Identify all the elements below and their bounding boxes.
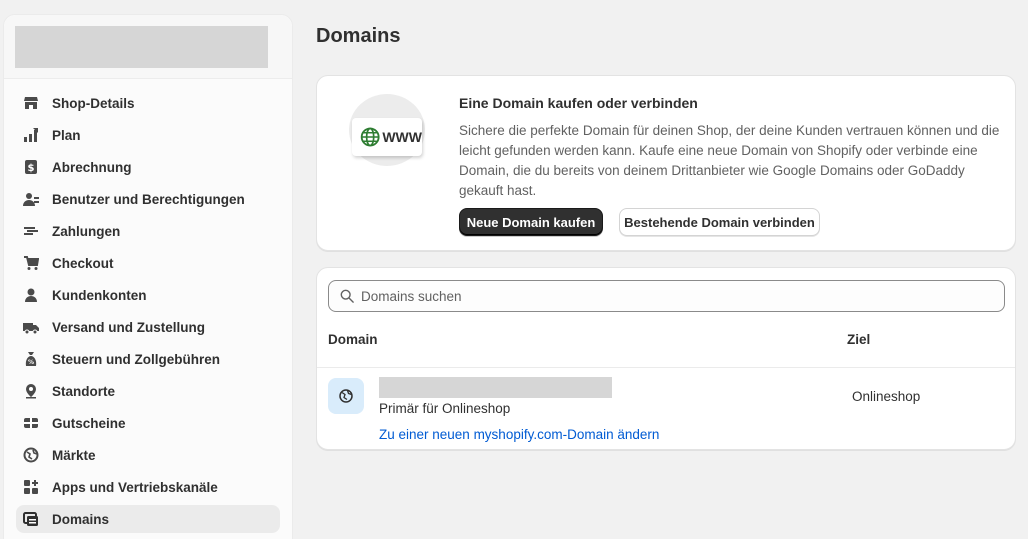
sidebar-item-label: Shop-Details xyxy=(52,95,135,111)
sidebar-item-users[interactable]: Benutzer und Berechtigungen xyxy=(16,185,280,213)
globe-icon xyxy=(360,127,380,147)
primary-label: Primär für Onlineshop xyxy=(379,401,511,416)
truck-icon xyxy=(23,319,39,335)
domain-target: Onlineshop xyxy=(852,389,921,404)
svg-text:%: % xyxy=(28,359,34,366)
sidebar-item-label: Standorte xyxy=(52,383,116,399)
person-icon xyxy=(23,287,39,303)
connect-existing-domain-button[interactable]: Bestehende Domain verbinden xyxy=(619,208,820,236)
page-title: Domains xyxy=(316,25,401,47)
svg-text:$: $ xyxy=(28,163,35,174)
column-header-target[interactable]: Ziel xyxy=(847,332,870,347)
store-header[interactable] xyxy=(4,15,292,79)
www-text: WWW xyxy=(382,129,422,145)
payments-icon xyxy=(23,223,39,239)
globe-markets-icon xyxy=(23,447,39,463)
apps-icon xyxy=(23,479,39,495)
sidebar-item-customer-accounts[interactable]: Kundenkonten xyxy=(16,281,280,309)
sidebar-item-label: Kundenkonten xyxy=(52,287,147,303)
sidebar-item-checkout[interactable]: Checkout xyxy=(16,249,280,277)
change-myshopify-domain-link[interactable]: Zu einer neuen myshopify.com-Domain ände… xyxy=(379,427,659,442)
store-icon xyxy=(23,95,39,111)
sidebar-item-payments[interactable]: Zahlungen xyxy=(16,217,280,245)
domain-search[interactable] xyxy=(328,280,1005,312)
sidebar-item-label: Plan xyxy=(52,127,81,143)
sidebar-item-domains[interactable]: Domains xyxy=(16,505,280,533)
buy-card-title: Eine Domain kaufen oder verbinden xyxy=(459,95,698,111)
plan-icon xyxy=(23,127,39,143)
sidebar-item-label: Gutscheine xyxy=(52,415,126,431)
sidebar-item-gift-cards[interactable]: Gutscheine xyxy=(16,409,280,437)
buy-domain-card: WWW Eine Domain kaufen oder verbinden Si… xyxy=(316,75,1016,251)
gift-card-icon xyxy=(23,415,39,431)
domain-name-redacted xyxy=(379,377,612,398)
sidebar-item-plan[interactable]: Plan xyxy=(16,121,280,149)
search-input[interactable] xyxy=(361,288,961,304)
sidebar-item-label: Abrechnung xyxy=(52,159,132,175)
sidebar-item-label: Märkte xyxy=(52,447,96,463)
sidebar-item-apps[interactable]: Apps und Vertriebskanäle xyxy=(16,473,280,501)
cart-icon xyxy=(23,255,39,271)
column-header-domain[interactable]: Domain xyxy=(328,332,378,347)
sidebar-item-label: Domains xyxy=(52,511,110,527)
www-illustration: WWW xyxy=(352,118,422,156)
sidebar-item-label: Zahlungen xyxy=(52,223,121,239)
tax-bag-icon: % xyxy=(23,351,39,367)
users-icon xyxy=(23,191,39,207)
domain-globe-icon xyxy=(328,378,364,414)
buy-card-description: Sichere die perfekte Domain für deinen S… xyxy=(459,123,1000,198)
billing-icon: $ xyxy=(23,159,39,175)
settings-sidebar: Shop-Details Plan $ Abrechnung Benutzer … xyxy=(3,14,293,539)
sidebar-item-label: Checkout xyxy=(52,255,114,271)
sidebar-item-label: Steuern und Zollgebühren xyxy=(52,351,220,367)
location-pin-icon xyxy=(23,383,39,399)
domains-icon xyxy=(23,511,39,527)
sidebar-item-taxes[interactable]: % Steuern und Zollgebühren xyxy=(16,345,280,373)
sidebar-item-label: Versand und Zustellung xyxy=(52,319,206,335)
sidebar-item-shop-details[interactable]: Shop-Details xyxy=(16,89,280,117)
sidebar-item-markets[interactable]: Märkte xyxy=(16,441,280,469)
sidebar-item-billing[interactable]: $ Abrechnung xyxy=(16,153,280,181)
sidebar-item-locations[interactable]: Standorte xyxy=(16,377,280,405)
search-icon xyxy=(340,289,354,303)
store-name-redacted xyxy=(15,26,268,68)
sidebar-item-label: Benutzer und Berechtigungen xyxy=(52,191,245,207)
buy-new-domain-button[interactable]: Neue Domain kaufen xyxy=(459,208,603,236)
sidebar-item-shipping[interactable]: Versand und Zustellung xyxy=(16,313,280,341)
sidebar-item-label: Apps und Vertriebskanäle xyxy=(52,479,218,495)
settings-nav: Shop-Details Plan $ Abrechnung Benutzer … xyxy=(4,79,292,533)
divider xyxy=(317,367,1015,368)
domains-list-card: Domain Ziel Primär für Onlineshop Zu ein… xyxy=(316,267,1016,450)
